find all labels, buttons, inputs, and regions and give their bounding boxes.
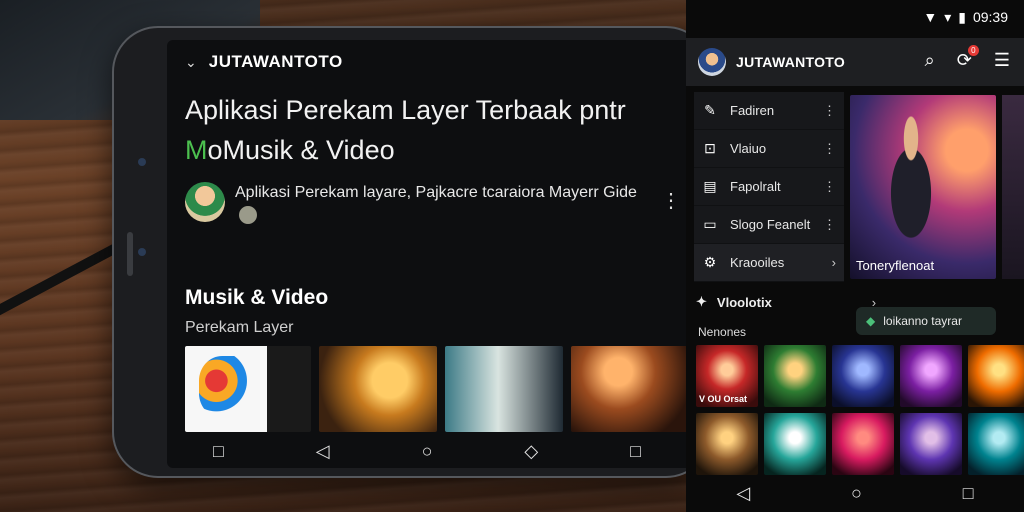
channel-row[interactable]: Aplikasi Perekam layare, Pajkacre tcarai…: [185, 182, 681, 226]
sensor: [138, 248, 146, 256]
grid-caption: Nenones: [698, 325, 747, 339]
menu-item[interactable]: ⚙ Kraooiles ›: [694, 244, 844, 282]
more-vert-icon[interactable]: ⋮: [823, 179, 836, 195]
brand-name: JUTAWANTOTO: [208, 52, 343, 71]
navigation-bar: □ ◁ ○ ◇ □: [167, 438, 687, 464]
status-time: 09:39: [972, 9, 1008, 25]
wifi-icon: ▼: [923, 9, 938, 25]
thumbnail-caption: V OU Orsat: [699, 394, 748, 404]
grid-thumbnail[interactable]: [696, 413, 758, 475]
section-header[interactable]: ✦ Vloolotix ›: [696, 294, 876, 310]
recents-icon[interactable]: □: [213, 441, 224, 462]
app-bar: JUTAWANTOTO ⌕ ⟳ 0 ☰: [686, 38, 1024, 86]
more-vert-icon[interactable]: ⋮: [823, 103, 836, 119]
menu-item-label: Fadiren: [730, 103, 775, 118]
settings-icon: ⚙: [703, 254, 717, 270]
grid-thumbnail[interactable]: [900, 413, 962, 475]
channel-description: Aplikasi Perekam layare, Pajkacre tcarai…: [235, 182, 655, 226]
menu-icon[interactable]: ☰: [994, 50, 1010, 71]
grid-thumbnail[interactable]: [832, 413, 894, 475]
video-thumbnail[interactable]: [185, 346, 311, 432]
app-bar-actions: ⌕ ⟳ 0 ☰: [925, 45, 1010, 71]
home-icon[interactable]: ○: [422, 441, 433, 462]
phone-side-button: [127, 232, 133, 276]
grid-thumbnail[interactable]: [968, 345, 1024, 407]
section-label: Vloolotix: [716, 294, 772, 310]
avatar[interactable]: [698, 48, 726, 76]
more-vert-icon[interactable]: ⋮: [823, 141, 836, 157]
grid-thumbnail[interactable]: [764, 413, 826, 475]
shield-icon: ◆: [866, 314, 876, 328]
folder-icon: ▤: [703, 178, 717, 194]
home-icon[interactable]: ○: [851, 483, 862, 504]
notification-badge: 0: [967, 45, 979, 56]
music-icon: ✦: [696, 294, 707, 309]
signal-icon: ▾: [944, 8, 952, 25]
portrait-phone-screen: ▼ ▾ ▮ 09:39 JUTAWANTOTO ⌕ ⟳ 0 ☰ ✎ Fadiren…: [686, 0, 1024, 512]
title-line-1: Aplikasi Perekam Layer Terbaak pntr: [185, 95, 626, 125]
grid-thumbnail[interactable]: [832, 345, 894, 407]
navigation-bar: ◁ ○ □: [686, 474, 1024, 512]
status-bar: ▼ ▾ ▮ 09:39: [686, 0, 1024, 34]
title-accent: M: [185, 135, 208, 165]
video-thumbnail[interactable]: [445, 346, 563, 432]
grid-thumbnail[interactable]: V OU Orsat: [696, 345, 758, 407]
overview-icon[interactable]: □: [630, 441, 641, 462]
coin-icon: [239, 205, 257, 224]
featured-title: Toneryflenoat: [856, 258, 935, 273]
edit-icon: ✎: [704, 102, 716, 118]
section-subtitle: Perekam Layer: [185, 319, 294, 336]
back-icon[interactable]: ◁: [316, 441, 330, 462]
video-thumbnail[interactable]: [571, 346, 687, 432]
menu-item[interactable]: ▤ Fapolralt ⋮: [694, 168, 844, 206]
recents-icon[interactable]: □: [963, 483, 974, 504]
menu-item[interactable]: ⊡ Vlaiuo ⋮: [694, 130, 844, 168]
video-thumbnail[interactable]: [319, 346, 437, 432]
side-menu: ✎ Fadiren ⋮ ⊡ Vlaiuo ⋮ ▤ Fapolralt ⋮ ▭ S…: [694, 92, 844, 282]
video-icon: ▭: [703, 216, 717, 232]
chevron-right-icon[interactable]: ›: [832, 255, 836, 270]
next-featured-video[interactable]: [1002, 95, 1024, 279]
thumbnail-row: [185, 346, 687, 432]
menu-item-label: Slogo Feanelt: [730, 217, 811, 232]
more-vert-icon[interactable]: ⋮: [661, 188, 681, 213]
front-camera: [138, 158, 146, 166]
title-line-2: oMusik & Video: [207, 135, 395, 165]
back-icon[interactable]: ◁: [736, 483, 750, 504]
guitarist-image: [876, 115, 946, 245]
grid-thumbnail[interactable]: [900, 345, 962, 407]
menu-item[interactable]: ▭ Slogo Feanelt ⋮: [694, 206, 844, 244]
notification-icon[interactable]: ⟳ 0: [957, 45, 979, 71]
action-chip[interactable]: ◆ loikanno tayrar: [856, 307, 996, 335]
menu-item-label: Kraooiles: [730, 255, 785, 270]
search-icon[interactable]: ⌕: [925, 50, 935, 71]
section-title: Musik & Video: [185, 286, 329, 309]
video-title: Aplikasi Perekam Layer Terbaak pntr MoMu…: [185, 90, 685, 170]
battery-icon: ▮: [958, 8, 966, 25]
landscape-screen: ⌄ JUTAWANTOTO Aplikasi Perekam Layer Ter…: [167, 40, 687, 468]
chip-label: loikanno tayrar: [883, 314, 962, 328]
menu-item[interactable]: ✎ Fadiren ⋮: [694, 92, 844, 130]
image-icon: ⊡: [704, 140, 716, 156]
grid-thumbnail[interactable]: [968, 413, 1024, 475]
grid-thumbnail[interactable]: [764, 345, 826, 407]
diamond-icon[interactable]: ◇: [524, 441, 538, 462]
brand-name: JUTAWANTOTO: [736, 54, 846, 70]
menu-item-label: Vlaiuo: [730, 141, 767, 156]
video-grid: V OU Orsat: [696, 345, 1024, 475]
avatar[interactable]: [185, 182, 225, 222]
featured-video[interactable]: Toneryflenoat: [850, 95, 996, 279]
menu-item-label: Fapolralt: [730, 179, 781, 194]
more-vert-icon[interactable]: ⋮: [823, 217, 836, 233]
app-header: ⌄ JUTAWANTOTO: [185, 52, 343, 72]
chevron-down-icon[interactable]: ⌄: [185, 54, 197, 71]
